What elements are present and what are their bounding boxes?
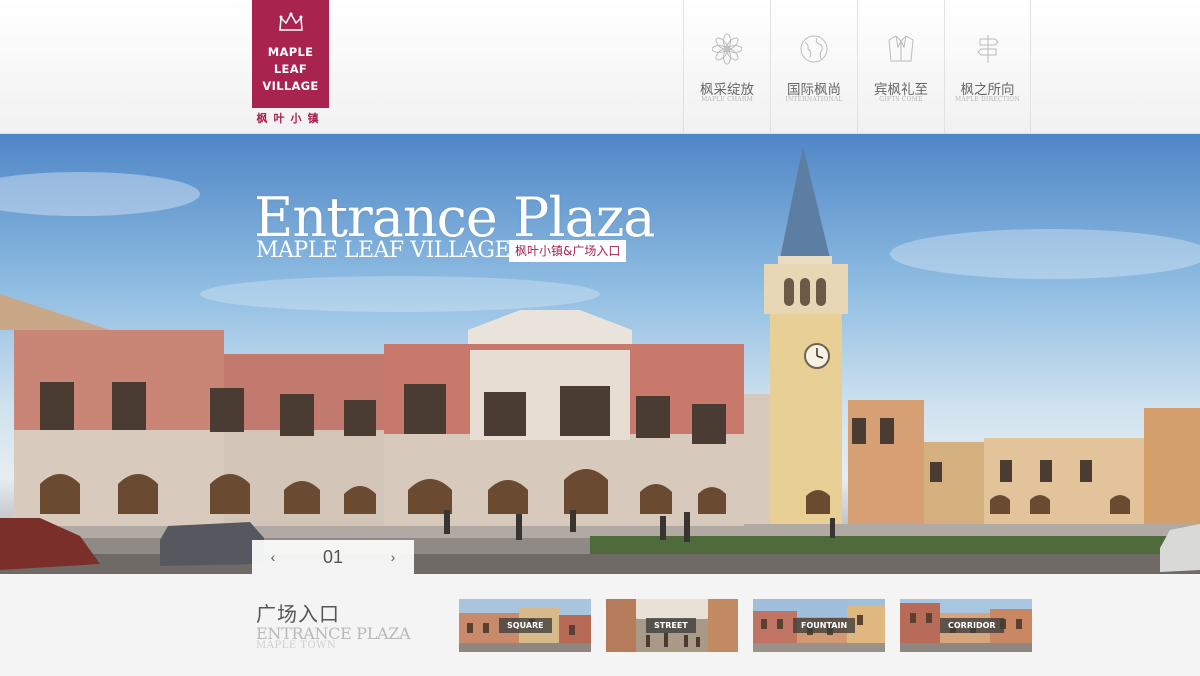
nav-label: 宾枫礼至	[874, 82, 928, 98]
logo-cn: 枫叶小镇	[256, 112, 325, 125]
crown-icon	[279, 12, 303, 31]
hero-tag: 枫叶小镇&广场入口	[509, 240, 627, 262]
section-title-cn: 广场入口	[256, 602, 340, 626]
thumb-street[interactable]: STREET	[606, 599, 738, 652]
nav-item-gifts-come[interactable]: 宾枫礼至 GIFTS COME	[857, 0, 944, 133]
signpost-icon	[977, 35, 999, 63]
nav-sublabel: INTERNATIONAL	[785, 96, 843, 103]
nav-sublabel: GIFTS COME	[879, 96, 923, 103]
thumb-fountain[interactable]: FOUNTAIN	[753, 599, 885, 652]
nav-label: 国际枫尚	[787, 82, 841, 98]
main-nav: 枫采绽放 MAPLE CHARM 国际枫尚 INTERNATIONAL 宾枫礼至…	[683, 0, 1031, 133]
logo-line-3: VILLAGE	[262, 79, 319, 93]
next-arrow-icon[interactable]: ›	[384, 548, 402, 566]
thumbnail-strip: SQUARE STREET FOUNTAIN CORRIDOR	[459, 599, 1032, 652]
slide-number: 01	[322, 546, 344, 567]
nav-sublabel: MAPLE DIRECTION	[955, 96, 1020, 103]
thumb-label: SQUARE	[499, 618, 552, 633]
nav-label: 枫之所向	[960, 82, 1015, 98]
logo-words: MAPLE LEAF VILLAGE	[252, 44, 329, 95]
thumb-square[interactable]: SQUARE	[459, 599, 591, 652]
logo[interactable]: MAPLE LEAF VILLAGE	[252, 0, 329, 108]
slide-pager: ‹ 01 ›	[252, 540, 414, 574]
site-header: MAPLE LEAF VILLAGE 枫叶小镇 枫采绽放 MAPLE CHARM	[0, 0, 1200, 134]
flower-icon	[712, 33, 742, 65]
globe-icon	[800, 35, 828, 63]
coat-icon	[888, 35, 914, 62]
thumb-corridor[interactable]: CORRIDOR	[900, 599, 1032, 652]
logo-line-2: LEAF	[273, 62, 308, 76]
nav-item-international[interactable]: 国际枫尚 INTERNATIONAL	[770, 0, 857, 133]
nav-sublabel: MAPLE CHARM	[701, 96, 753, 103]
hero-banner: Entrance Plaza MAPLE LEAF VILLAGE 枫叶小镇&广…	[0, 134, 1200, 574]
logo-line-1: MAPLE	[267, 45, 314, 59]
nav-item-maple-direction[interactable]: 枫之所向 MAPLE DIRECTION	[944, 0, 1031, 133]
section-subtitle-en: MAPLE TOWN	[256, 640, 337, 651]
nav-label: 枫采绽放	[700, 82, 754, 98]
thumb-label: FOUNTAIN	[793, 618, 856, 633]
thumb-label: CORRIDOR	[940, 618, 1004, 633]
prev-arrow-icon[interactable]: ‹	[264, 548, 282, 566]
nav-item-maple-charm[interactable]: 枫采绽放 MAPLE CHARM	[683, 0, 770, 133]
thumb-label: STREET	[646, 618, 696, 633]
hero-subtitle: MAPLE LEAF VILLAGE	[256, 238, 511, 263]
